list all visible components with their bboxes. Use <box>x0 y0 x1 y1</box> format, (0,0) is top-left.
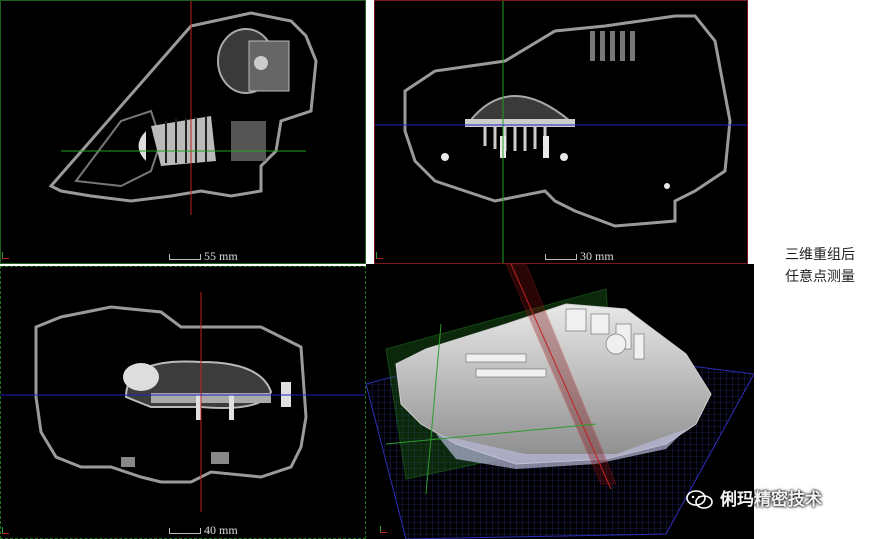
scale-label: 30 mm <box>580 249 614 263</box>
viewport-top-right[interactable]: 30 mm <box>374 0 748 264</box>
scale-label: 40 mm <box>204 523 238 537</box>
scale-bar-graphic <box>169 528 201 535</box>
scale-bar-bottom-left: 40 mm <box>169 523 238 538</box>
ct-slice-coronal <box>375 1 747 263</box>
axis-marker <box>2 527 9 534</box>
scale-label: 55 mm <box>204 249 238 263</box>
scale-bar-top-right: 30 mm <box>545 249 614 263</box>
watermark: 俐玛精密技术 <box>686 485 822 510</box>
caption-line-1: 三维重组后 <box>785 247 855 263</box>
caption-line-2: 任意点测量 <box>785 269 855 285</box>
ct-slice-sagittal <box>48 1 318 215</box>
caption: 三维重组后 任意点测量 <box>770 244 870 288</box>
watermark-text: 俐玛精密技术 <box>720 490 822 510</box>
viewport-top-left[interactable]: 55 mm <box>0 0 366 264</box>
scale-bar-graphic <box>545 254 577 261</box>
axis-marker <box>380 526 387 533</box>
axis-marker <box>2 252 9 259</box>
viewport-bottom-left[interactable]: 40 mm <box>0 266 366 539</box>
scale-bar-graphic <box>169 254 201 261</box>
wechat-icon <box>686 490 714 510</box>
scale-bar-top-left: 55 mm <box>169 249 238 263</box>
ct-slice-axial <box>1 292 365 512</box>
axis-marker <box>376 252 383 259</box>
